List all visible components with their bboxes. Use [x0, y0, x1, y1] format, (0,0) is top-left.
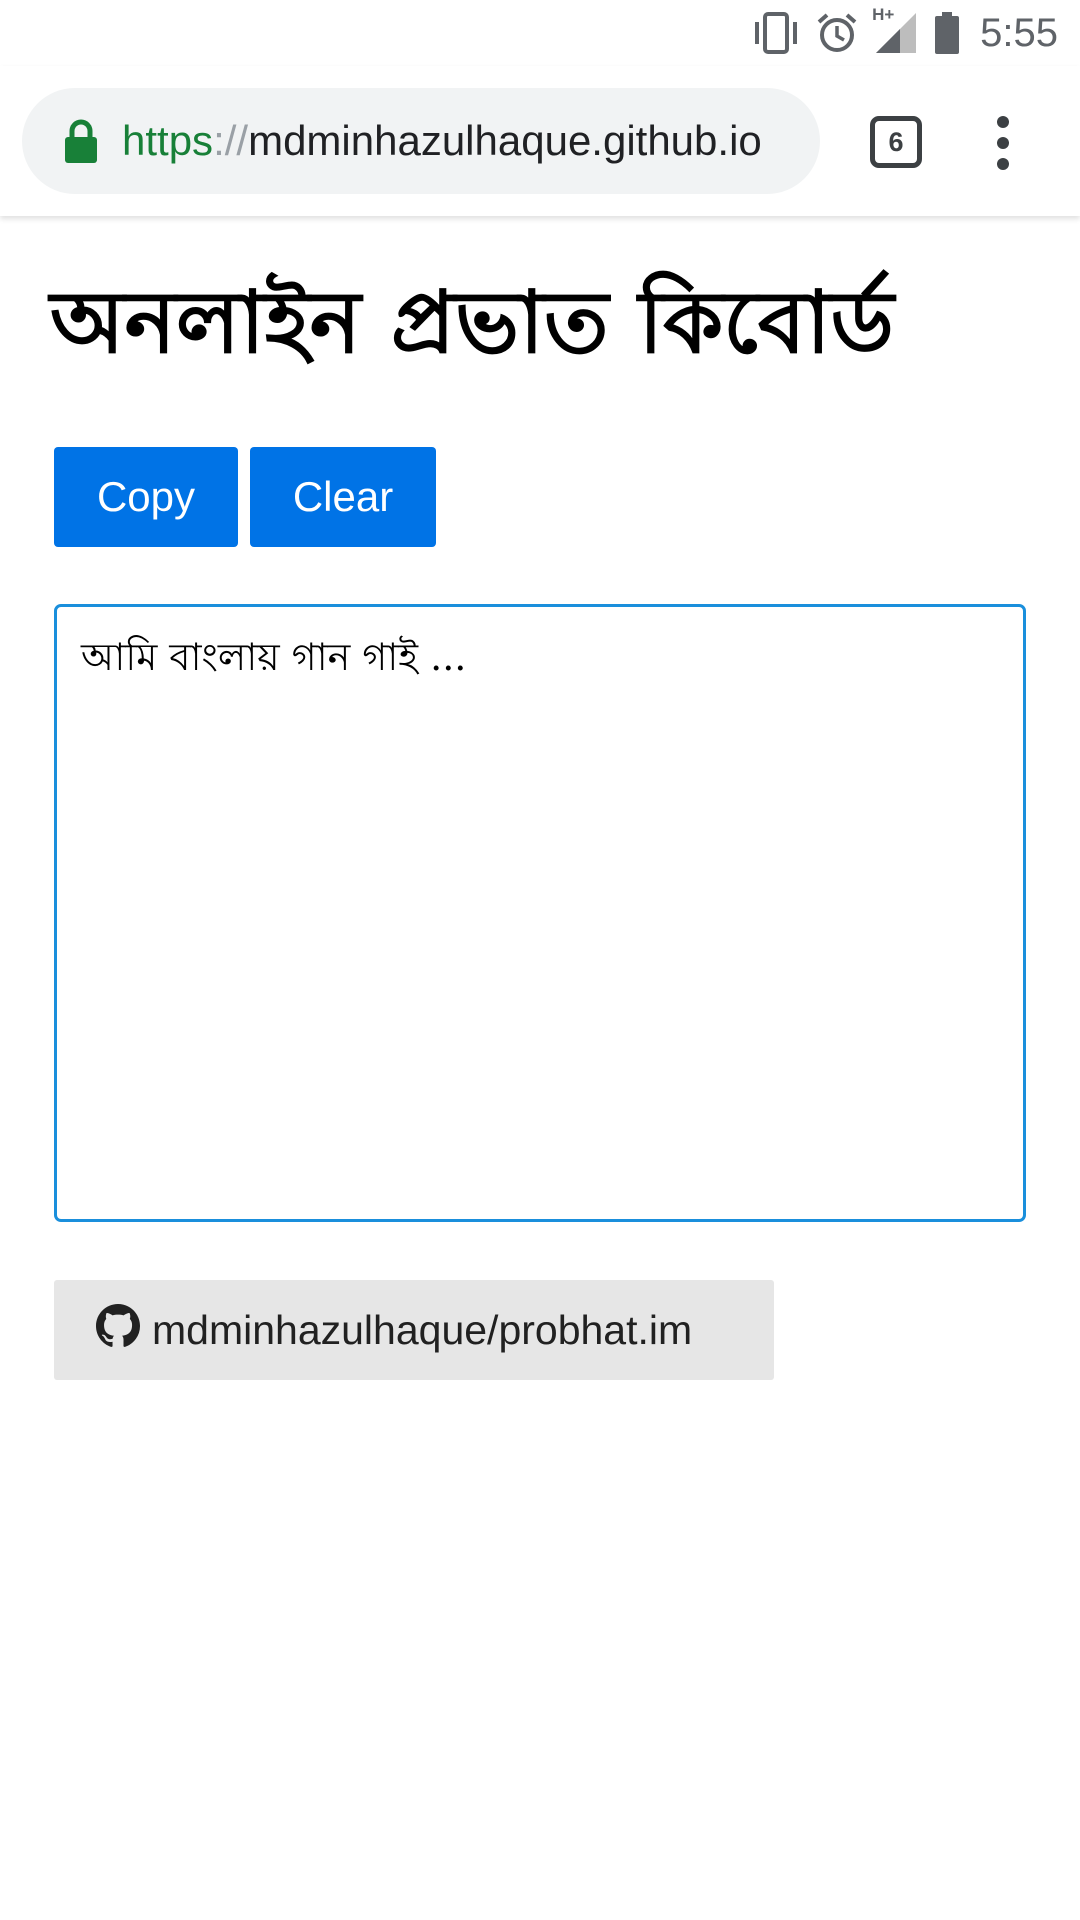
url-host: mdminhazulhaque.github.io: [248, 117, 762, 164]
browser-toolbar: https://mdminhazulhaque.github.io 6: [0, 66, 1080, 216]
clock: 5:55: [980, 10, 1058, 55]
omnibox[interactable]: https://mdminhazulhaque.github.io: [22, 88, 820, 194]
overflow-menu-icon[interactable]: [990, 116, 1018, 172]
github-icon: [96, 1304, 140, 1347]
tab-count: 6: [888, 126, 904, 157]
url-text[interactable]: https://mdminhazulhaque.github.io: [122, 115, 762, 167]
copy-button[interactable]: Copy: [54, 447, 238, 547]
battery-icon: [935, 12, 960, 54]
lock-icon: [65, 119, 97, 163]
alarm-icon: [817, 13, 857, 52]
repo-link-label: mdminhazulhaque/probhat.im: [152, 1306, 693, 1353]
status-icons: H+ 5:55: [752, 5, 1058, 56]
menu-dot: [997, 116, 1009, 128]
tab-switcher-button[interactable]: 6: [870, 116, 922, 168]
clear-button[interactable]: Clear: [250, 447, 436, 547]
url-separator: ://: [213, 117, 249, 164]
menu-dot: [997, 158, 1009, 170]
bangla-text-editor[interactable]: [54, 604, 1026, 1222]
menu-dot: [997, 137, 1009, 149]
web-page: অনলাইন প্রভাত কিবোর্ড Copy Clear mdminha…: [0, 216, 1080, 1920]
network-type-label: H+: [872, 5, 895, 24]
signal-icon: H+: [872, 5, 918, 55]
status-bar: H+ 5:55: [0, 0, 1080, 66]
vibrate-icon: [755, 12, 798, 54]
url-scheme: https: [122, 117, 214, 164]
github-repo-link[interactable]: mdminhazulhaque/probhat.im: [54, 1280, 774, 1380]
page-title: অনলাইন প্রভাত কিবোর্ড: [50, 273, 894, 373]
